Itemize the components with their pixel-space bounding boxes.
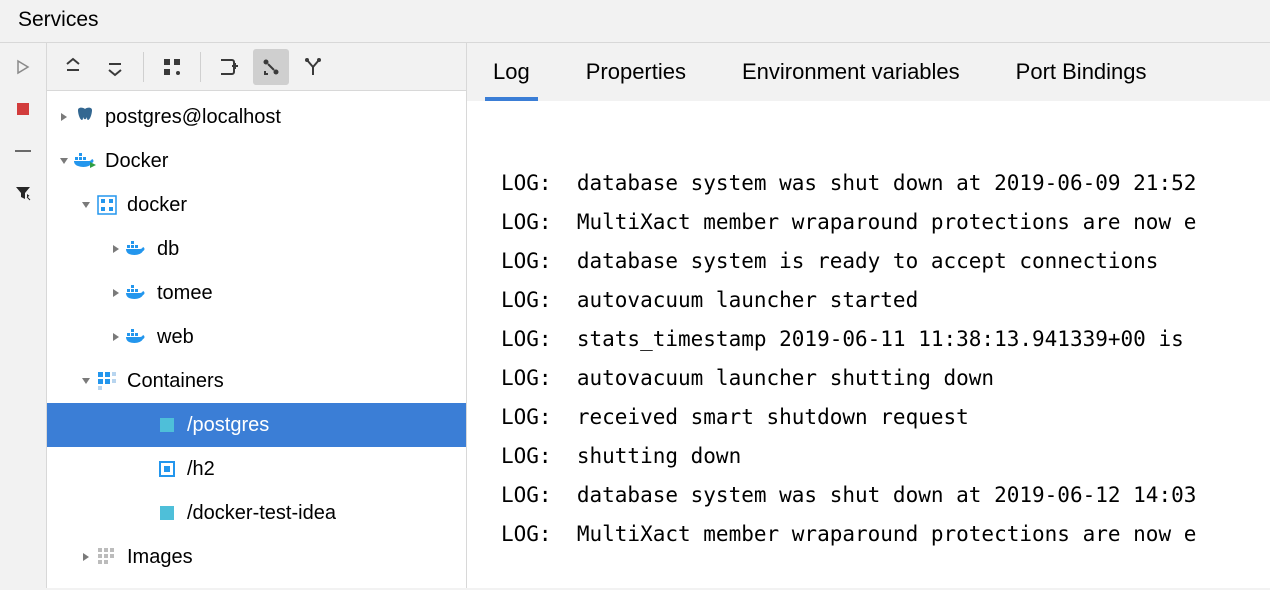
images-group-icon [95, 545, 119, 569]
log-line: LOG: database system is ready to accept … [501, 249, 1158, 273]
log-line: LOG: stats_timestamp 2019-06-11 11:38:13… [501, 327, 1196, 351]
toolbar-separator [200, 52, 201, 82]
branch-button[interactable] [295, 49, 331, 85]
connect-button[interactable] [253, 49, 289, 85]
docker-service-icon [125, 281, 149, 305]
docker-service-icon [125, 237, 149, 261]
stop-button[interactable] [13, 99, 33, 119]
log-line: LOG: database system was shut down at 20… [501, 483, 1196, 507]
log-line: LOG: autovacuum launcher started [501, 288, 918, 312]
tree-node-images[interactable]: Images [47, 535, 466, 579]
tree-node-label: Containers [127, 370, 224, 393]
tree-node-service-web[interactable]: web [47, 315, 466, 359]
details-panel: Log Properties Environment variables Por… [466, 42, 1270, 588]
add-service-button[interactable] [211, 49, 247, 85]
tree-node-label: web [157, 326, 194, 349]
container-running-icon [155, 501, 179, 525]
tree-node-label: Images [127, 546, 193, 569]
chevron-right-icon[interactable] [77, 548, 95, 566]
tree-node-postgres-host[interactable]: postgres@localhost [47, 95, 466, 139]
run-button[interactable] [13, 57, 33, 77]
main-layout: postgres@localhost Docker docker [0, 42, 1270, 588]
chevron-down-icon[interactable] [77, 372, 95, 390]
twisty-empty [137, 416, 155, 434]
log-line: LOG: MultiXact member wraparound protect… [501, 522, 1196, 546]
tree-node-label: postgres@localhost [105, 106, 281, 129]
tree-node-label: /postgres [187, 414, 269, 437]
services-tree[interactable]: postgres@localhost Docker docker [47, 91, 466, 588]
chevron-right-icon[interactable] [107, 240, 125, 258]
tab-environment-variables[interactable]: Environment variables [734, 45, 968, 101]
chevron-right-icon[interactable] [55, 108, 73, 126]
tree-node-container-postgres[interactable]: /postgres [47, 403, 466, 447]
tree-node-containers[interactable]: Containers [47, 359, 466, 403]
log-output[interactable]: LOG: database system was shut down at 20… [467, 101, 1270, 588]
grid-view-button[interactable] [154, 49, 190, 85]
tree-node-label: db [157, 238, 179, 261]
chevron-down-icon[interactable] [55, 152, 73, 170]
tab-log[interactable]: Log [485, 45, 538, 101]
containers-group-icon [95, 369, 119, 393]
tree-node-service-db[interactable]: db [47, 227, 466, 271]
collapse-all-button[interactable] [97, 49, 133, 85]
chevron-right-icon[interactable] [107, 328, 125, 346]
action-gutter [0, 42, 46, 588]
container-running-icon [155, 413, 179, 437]
tree-node-service-tomee[interactable]: tomee [47, 271, 466, 315]
chevron-right-icon[interactable] [107, 284, 125, 302]
tab-port-bindings[interactable]: Port Bindings [1008, 45, 1155, 101]
services-tree-panel: postgres@localhost Docker docker [46, 42, 466, 588]
minimize-button[interactable] [13, 141, 33, 161]
compose-icon [95, 193, 119, 217]
tree-node-docker-root[interactable]: Docker [47, 139, 466, 183]
log-line: LOG: shutting down [501, 444, 741, 468]
container-stopped-icon [155, 457, 179, 481]
log-line: LOG: received smart shutdown request [501, 405, 969, 429]
toolbar-separator [143, 52, 144, 82]
docker-icon [73, 149, 97, 173]
tree-node-container-docker-test-idea[interactable]: /docker-test-idea [47, 491, 466, 535]
tree-node-container-h2[interactable]: /h2 [47, 447, 466, 491]
filter-button[interactable] [13, 183, 33, 203]
log-line: LOG: autovacuum launcher shutting down [501, 366, 994, 390]
twisty-empty [137, 460, 155, 478]
tree-node-label: /h2 [187, 458, 215, 481]
tab-properties[interactable]: Properties [578, 45, 694, 101]
tree-toolbar [47, 43, 466, 91]
twisty-empty [137, 504, 155, 522]
docker-service-icon [125, 325, 149, 349]
panel-title: Services [0, 0, 1270, 42]
postgres-icon [73, 105, 97, 129]
chevron-down-icon[interactable] [77, 196, 95, 214]
log-line: LOG: MultiXact member wraparound protect… [501, 210, 1196, 234]
log-line: LOG: database system was shut down at 20… [501, 171, 1196, 195]
tree-node-label: Docker [105, 150, 168, 173]
expand-all-button[interactable] [55, 49, 91, 85]
tree-node-label: tomee [157, 282, 213, 305]
tree-node-label: docker [127, 194, 187, 217]
tree-node-docker-compose[interactable]: docker [47, 183, 466, 227]
tree-node-label: /docker-test-idea [187, 502, 336, 525]
details-tabs: Log Properties Environment variables Por… [467, 43, 1270, 101]
